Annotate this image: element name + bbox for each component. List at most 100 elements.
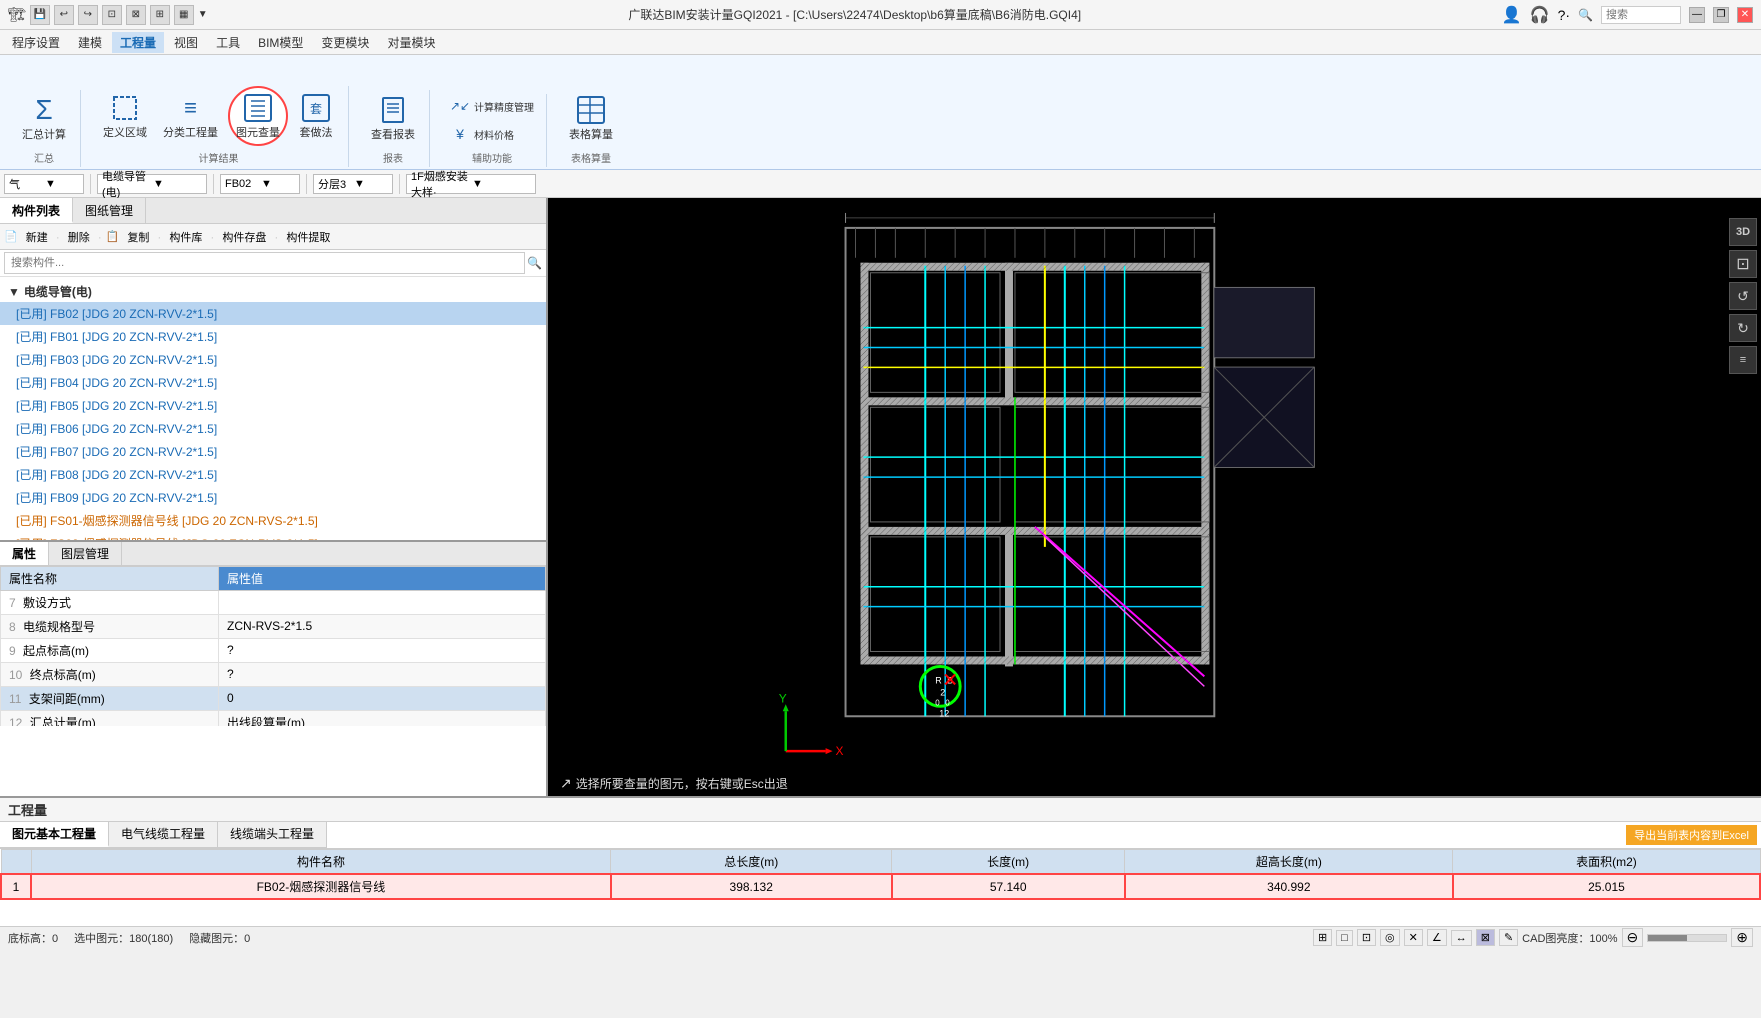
tab-basic-quantity[interactable]: 图元基本工程量: [0, 822, 109, 847]
bottom-panel-header: 工程量: [0, 798, 1761, 822]
tab-layer-mgmt[interactable]: 图层管理: [49, 542, 122, 565]
prop-row-11: 11 支架间距(mm) 0: [1, 686, 546, 710]
ortho-btn[interactable]: ⊡: [1357, 929, 1376, 946]
tab-drawing-mgmt[interactable]: 图纸管理: [73, 198, 146, 223]
col-index: [1, 850, 31, 875]
qa-1[interactable]: ⊡: [102, 5, 122, 25]
layer-btn[interactable]: ≡: [1729, 346, 1757, 374]
zoom-slider-track[interactable]: [1647, 934, 1727, 942]
tree-item-fb02[interactable]: [已用] FB02 [JDG 20 ZCN-RVV-2*1.5]: [0, 302, 546, 325]
zoom-fit-btn[interactable]: ⊡: [1729, 250, 1757, 278]
view-report-button[interactable]: 查看报表: [365, 90, 421, 146]
tree-item-fb03[interactable]: [已用] FB03 [JDG 20 ZCN-RVV-2*1.5]: [0, 348, 546, 371]
layer-dropdown[interactable]: 分层3 ▼: [313, 174, 393, 194]
component-search-input[interactable]: [4, 252, 525, 274]
delete-btn[interactable]: ✕: [1404, 929, 1423, 946]
tree-item-fb09[interactable]: [已用] FB09 [JDG 20 ZCN-RVV-2*1.5]: [0, 486, 546, 509]
delete-button[interactable]: 删除: [64, 228, 94, 246]
tree-item-fb07[interactable]: [已用] FB07 [JDG 20 ZCN-RVV-2*1.5]: [0, 440, 546, 463]
prop-val-9[interactable]: ?: [219, 638, 546, 662]
help-icon[interactable]: ?·: [1558, 7, 1570, 23]
prop-val-11[interactable]: 0: [219, 686, 546, 710]
tab-properties[interactable]: 属性: [0, 542, 49, 565]
table-calc-button[interactable]: 表格算量: [563, 90, 619, 146]
minimize-button[interactable]: —: [1689, 7, 1705, 23]
cable-type-dropdown[interactable]: 电缆导管(电) ▼: [97, 174, 207, 194]
qa-2[interactable]: ⊠: [126, 5, 146, 25]
summarize-button[interactable]: Σ 汇总计算: [16, 90, 72, 146]
user-icon[interactable]: 👤: [1502, 5, 1522, 25]
export-excel-button[interactable]: 导出当前表内容到Excel: [1626, 825, 1757, 845]
install-type-dropdown[interactable]: 1F烟感安装大样· ▼: [406, 174, 536, 194]
qa-save[interactable]: 💾: [30, 5, 50, 25]
prop-val-12[interactable]: 出线段算量(m): [219, 710, 546, 726]
system-type-dropdown[interactable]: 气 ▼: [4, 174, 84, 194]
qa-undo[interactable]: ↩: [54, 5, 74, 25]
menu-item-duiliang[interactable]: 对量模块: [379, 32, 443, 53]
extract-button[interactable]: 构件提取: [282, 228, 334, 246]
zoom-out-btn[interactable]: ⊖: [1622, 928, 1644, 947]
tree-item-fb08[interactable]: [已用] FB08 [JDG 20 ZCN-RVV-2*1.5]: [0, 463, 546, 486]
menu-item-gongju[interactable]: 工具: [208, 32, 248, 53]
floor-code-dropdown[interactable]: FB02 ▼: [220, 174, 300, 194]
expand-icon[interactable]: ▼: [8, 285, 20, 299]
restore-button[interactable]: ❐: [1713, 7, 1729, 23]
menu-item-gongliang[interactable]: 工程量: [112, 32, 164, 53]
prop-val-7[interactable]: [219, 590, 546, 614]
precision-button[interactable]: ↗↙ 计算精度管理: [446, 94, 538, 118]
tree-item-fs02[interactable]: [已用] FS02-烟感探测器信号线 [JDG 20 ZCN-RVS-2*1.5…: [0, 532, 546, 540]
prop-val-8[interactable]: ZCN-RVS-2*1.5: [219, 614, 546, 638]
toolbar-sep5: ·: [274, 230, 278, 244]
classify-button[interactable]: ≡ 分类工程量: [157, 88, 224, 144]
element-query-button[interactable]: 图元查量: [228, 86, 288, 146]
snap-grid-btn[interactable]: ⊞: [1313, 929, 1332, 946]
copy-button[interactable]: 复制: [123, 228, 153, 246]
tab-electric-cable[interactable]: 电气线缆工程量: [109, 822, 218, 847]
tree-item-fb05[interactable]: [已用] FB05 [JDG 20 ZCN-RVV-2*1.5]: [0, 394, 546, 417]
rotate-right-btn[interactable]: ↻: [1729, 314, 1757, 342]
qa-4[interactable]: ▦: [174, 5, 194, 25]
lib-button[interactable]: 构件库: [165, 228, 206, 246]
headphone-icon[interactable]: 🎧: [1530, 5, 1550, 25]
search-input[interactable]: [1601, 6, 1681, 24]
tree-item-fb04[interactable]: [已用] FB04 [JDG 20 ZCN-RVV-2*1.5]: [0, 371, 546, 394]
pencil-btn[interactable]: ✎: [1499, 929, 1518, 946]
3d-view-btn[interactable]: 3D: [1729, 218, 1757, 246]
menu-item-bim[interactable]: BIM模型: [250, 32, 311, 53]
menu-item-biangeng[interactable]: 变更模块: [313, 32, 377, 53]
qa-dropdown[interactable]: ▼: [198, 9, 208, 20]
suite-method-button[interactable]: 套 套做法: [292, 88, 340, 144]
new-button[interactable]: 新建: [22, 228, 52, 246]
close-button[interactable]: ✕: [1737, 7, 1753, 23]
tree-item-fb01[interactable]: [已用] FB01 [JDG 20 ZCN-RVV-2*1.5]: [0, 325, 546, 348]
menu-item-jianmo[interactable]: 建模: [70, 32, 110, 53]
tree-item-fs01[interactable]: [已用] FS01-烟感探测器信号线 [JDG 20 ZCN-RVS-2*1.5…: [0, 509, 546, 532]
row-num-8: 8: [9, 620, 16, 634]
group-label-results: 计算结果: [199, 150, 239, 165]
category-label: 电缆导管(电): [24, 283, 92, 300]
snap2-btn[interactable]: ◎: [1380, 929, 1400, 946]
qa-redo[interactable]: ↪: [78, 5, 98, 25]
cad-brightness-text: CAD图亮度：100%: [1522, 930, 1617, 946]
measure-btn[interactable]: ↔: [1451, 930, 1472, 946]
quantity-row-1: 1 FB02-烟感探测器信号线 398.132 57.140 340.992 2…: [1, 874, 1760, 899]
angle-btn[interactable]: ∠: [1427, 929, 1447, 946]
select-btn[interactable]: ⊠: [1476, 929, 1495, 946]
row-name-1: FB02-烟感探测器信号线: [31, 874, 611, 899]
status-bar: 底标高：0 选中图元：180(180) 隐藏图元：0 ⊞ □ ⊡ ◎ ✕ ∠ ↔…: [0, 926, 1761, 948]
canvas-area[interactable]: R B 2 0 0 12 X: [548, 198, 1761, 796]
define-area-button[interactable]: 定义区域: [97, 88, 153, 144]
tab-component-list[interactable]: 构件列表: [0, 198, 73, 223]
snap-btn[interactable]: □: [1336, 930, 1353, 946]
tab-cable-terminal[interactable]: 线缆端头工程量: [218, 822, 327, 847]
prop-val-10[interactable]: ?: [219, 662, 546, 686]
material-price-button[interactable]: ¥ 材料价格: [446, 122, 538, 146]
qa-3[interactable]: ⊞: [150, 5, 170, 25]
menu-item-shitu[interactable]: 视图: [166, 32, 206, 53]
save-comp-button[interactable]: 构件存盘: [218, 228, 270, 246]
rotate-left-btn[interactable]: ↺: [1729, 282, 1757, 310]
search-submit-icon[interactable]: 🔍: [527, 256, 542, 270]
tree-item-fb06[interactable]: [已用] FB06 [JDG 20 ZCN-RVV-2*1.5]: [0, 417, 546, 440]
menu-item-chengxu[interactable]: 程序设置: [4, 32, 68, 53]
zoom-in-btn[interactable]: ⊕: [1731, 928, 1753, 947]
